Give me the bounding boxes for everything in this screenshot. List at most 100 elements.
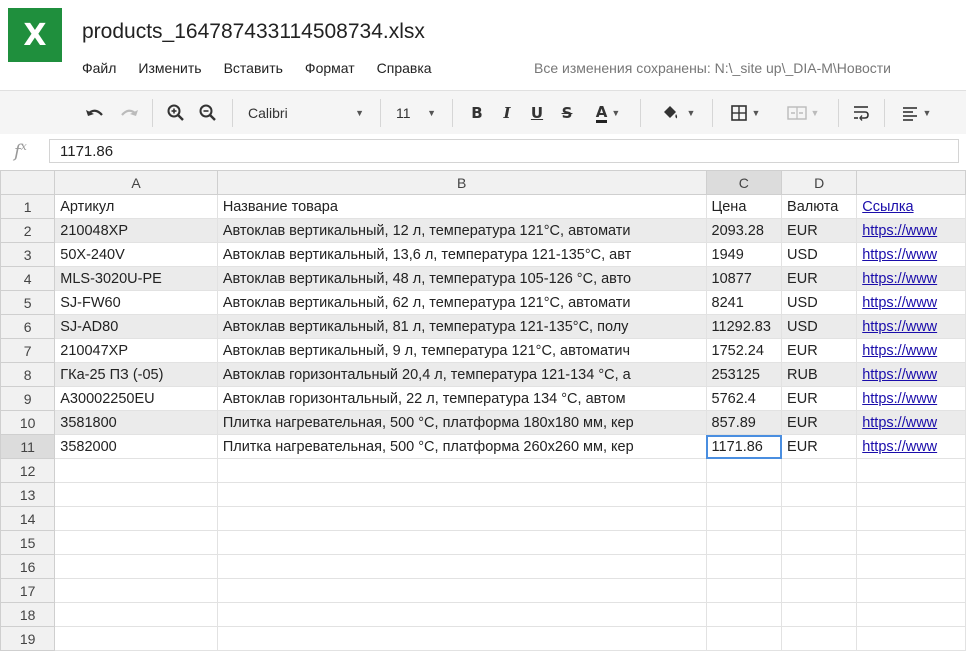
row-header[interactable]: 16: [0, 554, 56, 579]
cell-c[interactable]: 8241: [705, 290, 783, 315]
column-header-e[interactable]: [856, 170, 966, 195]
zoom-out-icon[interactable]: [194, 91, 222, 135]
cell-d[interactable]: [781, 578, 858, 603]
row-header[interactable]: 17: [0, 578, 56, 603]
row-header[interactable]: 10: [0, 410, 56, 435]
cell-c[interactable]: Цена: [705, 194, 783, 219]
cell-e[interactable]: [856, 602, 966, 627]
row-header[interactable]: 9: [0, 386, 56, 411]
cell-a[interactable]: SJ-AD80: [54, 314, 218, 339]
cell-d[interactable]: USD: [781, 242, 858, 267]
cell-a[interactable]: MLS-3020U-PE: [54, 266, 218, 291]
cell-e[interactable]: [856, 482, 966, 507]
cell-a[interactable]: [54, 506, 218, 531]
menu-help[interactable]: Справка: [377, 60, 432, 78]
cell-c[interactable]: 1752.24: [705, 338, 783, 363]
cell-c[interactable]: 11292.83: [705, 314, 783, 339]
cell-d[interactable]: EUR: [781, 266, 858, 291]
row-header[interactable]: 4: [0, 266, 56, 291]
cell-b[interactable]: [216, 458, 707, 483]
cell-d[interactable]: [781, 602, 858, 627]
cell-d[interactable]: [781, 626, 858, 651]
cell-a[interactable]: ГКа-25 ПЗ (-05): [54, 362, 218, 387]
wrap-text-icon[interactable]: [846, 91, 876, 135]
cell-c[interactable]: [705, 602, 783, 627]
cell-b[interactable]: [216, 554, 707, 579]
zoom-in-icon[interactable]: [162, 91, 190, 135]
cell-e[interactable]: [856, 530, 966, 555]
cell-d[interactable]: [781, 458, 858, 483]
row-header[interactable]: 1: [0, 194, 56, 219]
row-header[interactable]: 7: [0, 338, 56, 363]
row-header[interactable]: 5: [0, 290, 56, 315]
row-header[interactable]: 3: [0, 242, 56, 267]
cell-a[interactable]: 50X-240V: [54, 242, 218, 267]
cell-b[interactable]: [216, 530, 707, 555]
cell-e[interactable]: Ссылка: [856, 194, 966, 219]
cell-d[interactable]: USD: [781, 314, 858, 339]
cell-a[interactable]: [54, 530, 218, 555]
cell-d[interactable]: USD: [781, 290, 858, 315]
cell-e[interactable]: https://www: [856, 242, 966, 267]
row-header[interactable]: 8: [0, 362, 56, 387]
cell-d[interactable]: [781, 554, 858, 579]
redo-icon[interactable]: [114, 91, 144, 135]
cell-c[interactable]: [705, 530, 783, 555]
cell-d[interactable]: EUR: [781, 386, 858, 411]
cell-b[interactable]: [216, 482, 707, 507]
cell-a[interactable]: [54, 458, 218, 483]
cell-e[interactable]: https://www: [856, 290, 966, 315]
cell-b[interactable]: Плитка нагревательная, 500 °C, платформа…: [216, 434, 707, 459]
row-header[interactable]: 14: [0, 506, 56, 531]
cell-d[interactable]: EUR: [781, 218, 858, 243]
cell-a[interactable]: [54, 626, 218, 651]
row-header[interactable]: 11: [0, 434, 56, 459]
cell-a[interactable]: 3581800: [54, 410, 218, 435]
cell-c[interactable]: [705, 578, 783, 603]
cell-b[interactable]: [216, 578, 707, 603]
cell-d[interactable]: [781, 530, 858, 555]
row-header[interactable]: 13: [0, 482, 56, 507]
cell-a[interactable]: 3582000: [54, 434, 218, 459]
cell-e[interactable]: https://www: [856, 386, 966, 411]
cell-a[interactable]: [54, 602, 218, 627]
cell-b[interactable]: [216, 602, 707, 627]
cell-a[interactable]: 210047XP: [54, 338, 218, 363]
cell-b[interactable]: Автоклав вертикальный, 13,6 л, температу…: [216, 242, 707, 267]
cell-e[interactable]: https://www: [856, 218, 966, 243]
cell-a[interactable]: [54, 578, 218, 603]
cell-e[interactable]: https://www: [856, 410, 966, 435]
document-title[interactable]: products_164787433114508734.xlsx: [82, 20, 425, 44]
font-family-select[interactable]: Calibri ▼: [240, 91, 372, 135]
cell-b[interactable]: Автоклав горизонтальный 20,4 л, температ…: [216, 362, 707, 387]
menu-insert[interactable]: Вставить: [224, 60, 283, 78]
font-color-button[interactable]: A ▼: [588, 91, 628, 135]
menu-edit[interactable]: Изменить: [138, 60, 201, 78]
cell-a[interactable]: SJ-FW60: [54, 290, 218, 315]
cell-c[interactable]: 2093.28: [705, 218, 783, 243]
bold-button[interactable]: B: [464, 91, 490, 135]
cell-a[interactable]: [54, 482, 218, 507]
select-all-corner[interactable]: [0, 170, 56, 195]
align-button[interactable]: ▼: [892, 91, 940, 135]
cell-d[interactable]: [781, 506, 858, 531]
cell-e[interactable]: https://www: [856, 266, 966, 291]
cell-a[interactable]: [54, 554, 218, 579]
cell-a[interactable]: Артикул: [54, 194, 218, 219]
merge-cells-button[interactable]: ▼: [778, 91, 828, 135]
cell-e[interactable]: https://www: [856, 362, 966, 387]
cell-d[interactable]: Валюта: [781, 194, 858, 219]
cell-e[interactable]: [856, 626, 966, 651]
column-header-d[interactable]: D: [781, 170, 858, 195]
menu-file[interactable]: Файл: [82, 60, 116, 78]
cell-c[interactable]: 1171.86: [705, 434, 783, 459]
cell-c[interactable]: 1949: [705, 242, 783, 267]
cell-e[interactable]: [856, 458, 966, 483]
cell-b[interactable]: [216, 626, 707, 651]
cell-e[interactable]: https://www: [856, 338, 966, 363]
row-header[interactable]: 6: [0, 314, 56, 339]
cell-e[interactable]: [856, 554, 966, 579]
cell-c[interactable]: 253125: [705, 362, 783, 387]
cell-b[interactable]: Автоклав вертикальный, 9 л, температура …: [216, 338, 707, 363]
formula-input[interactable]: 1171.86: [49, 139, 959, 163]
